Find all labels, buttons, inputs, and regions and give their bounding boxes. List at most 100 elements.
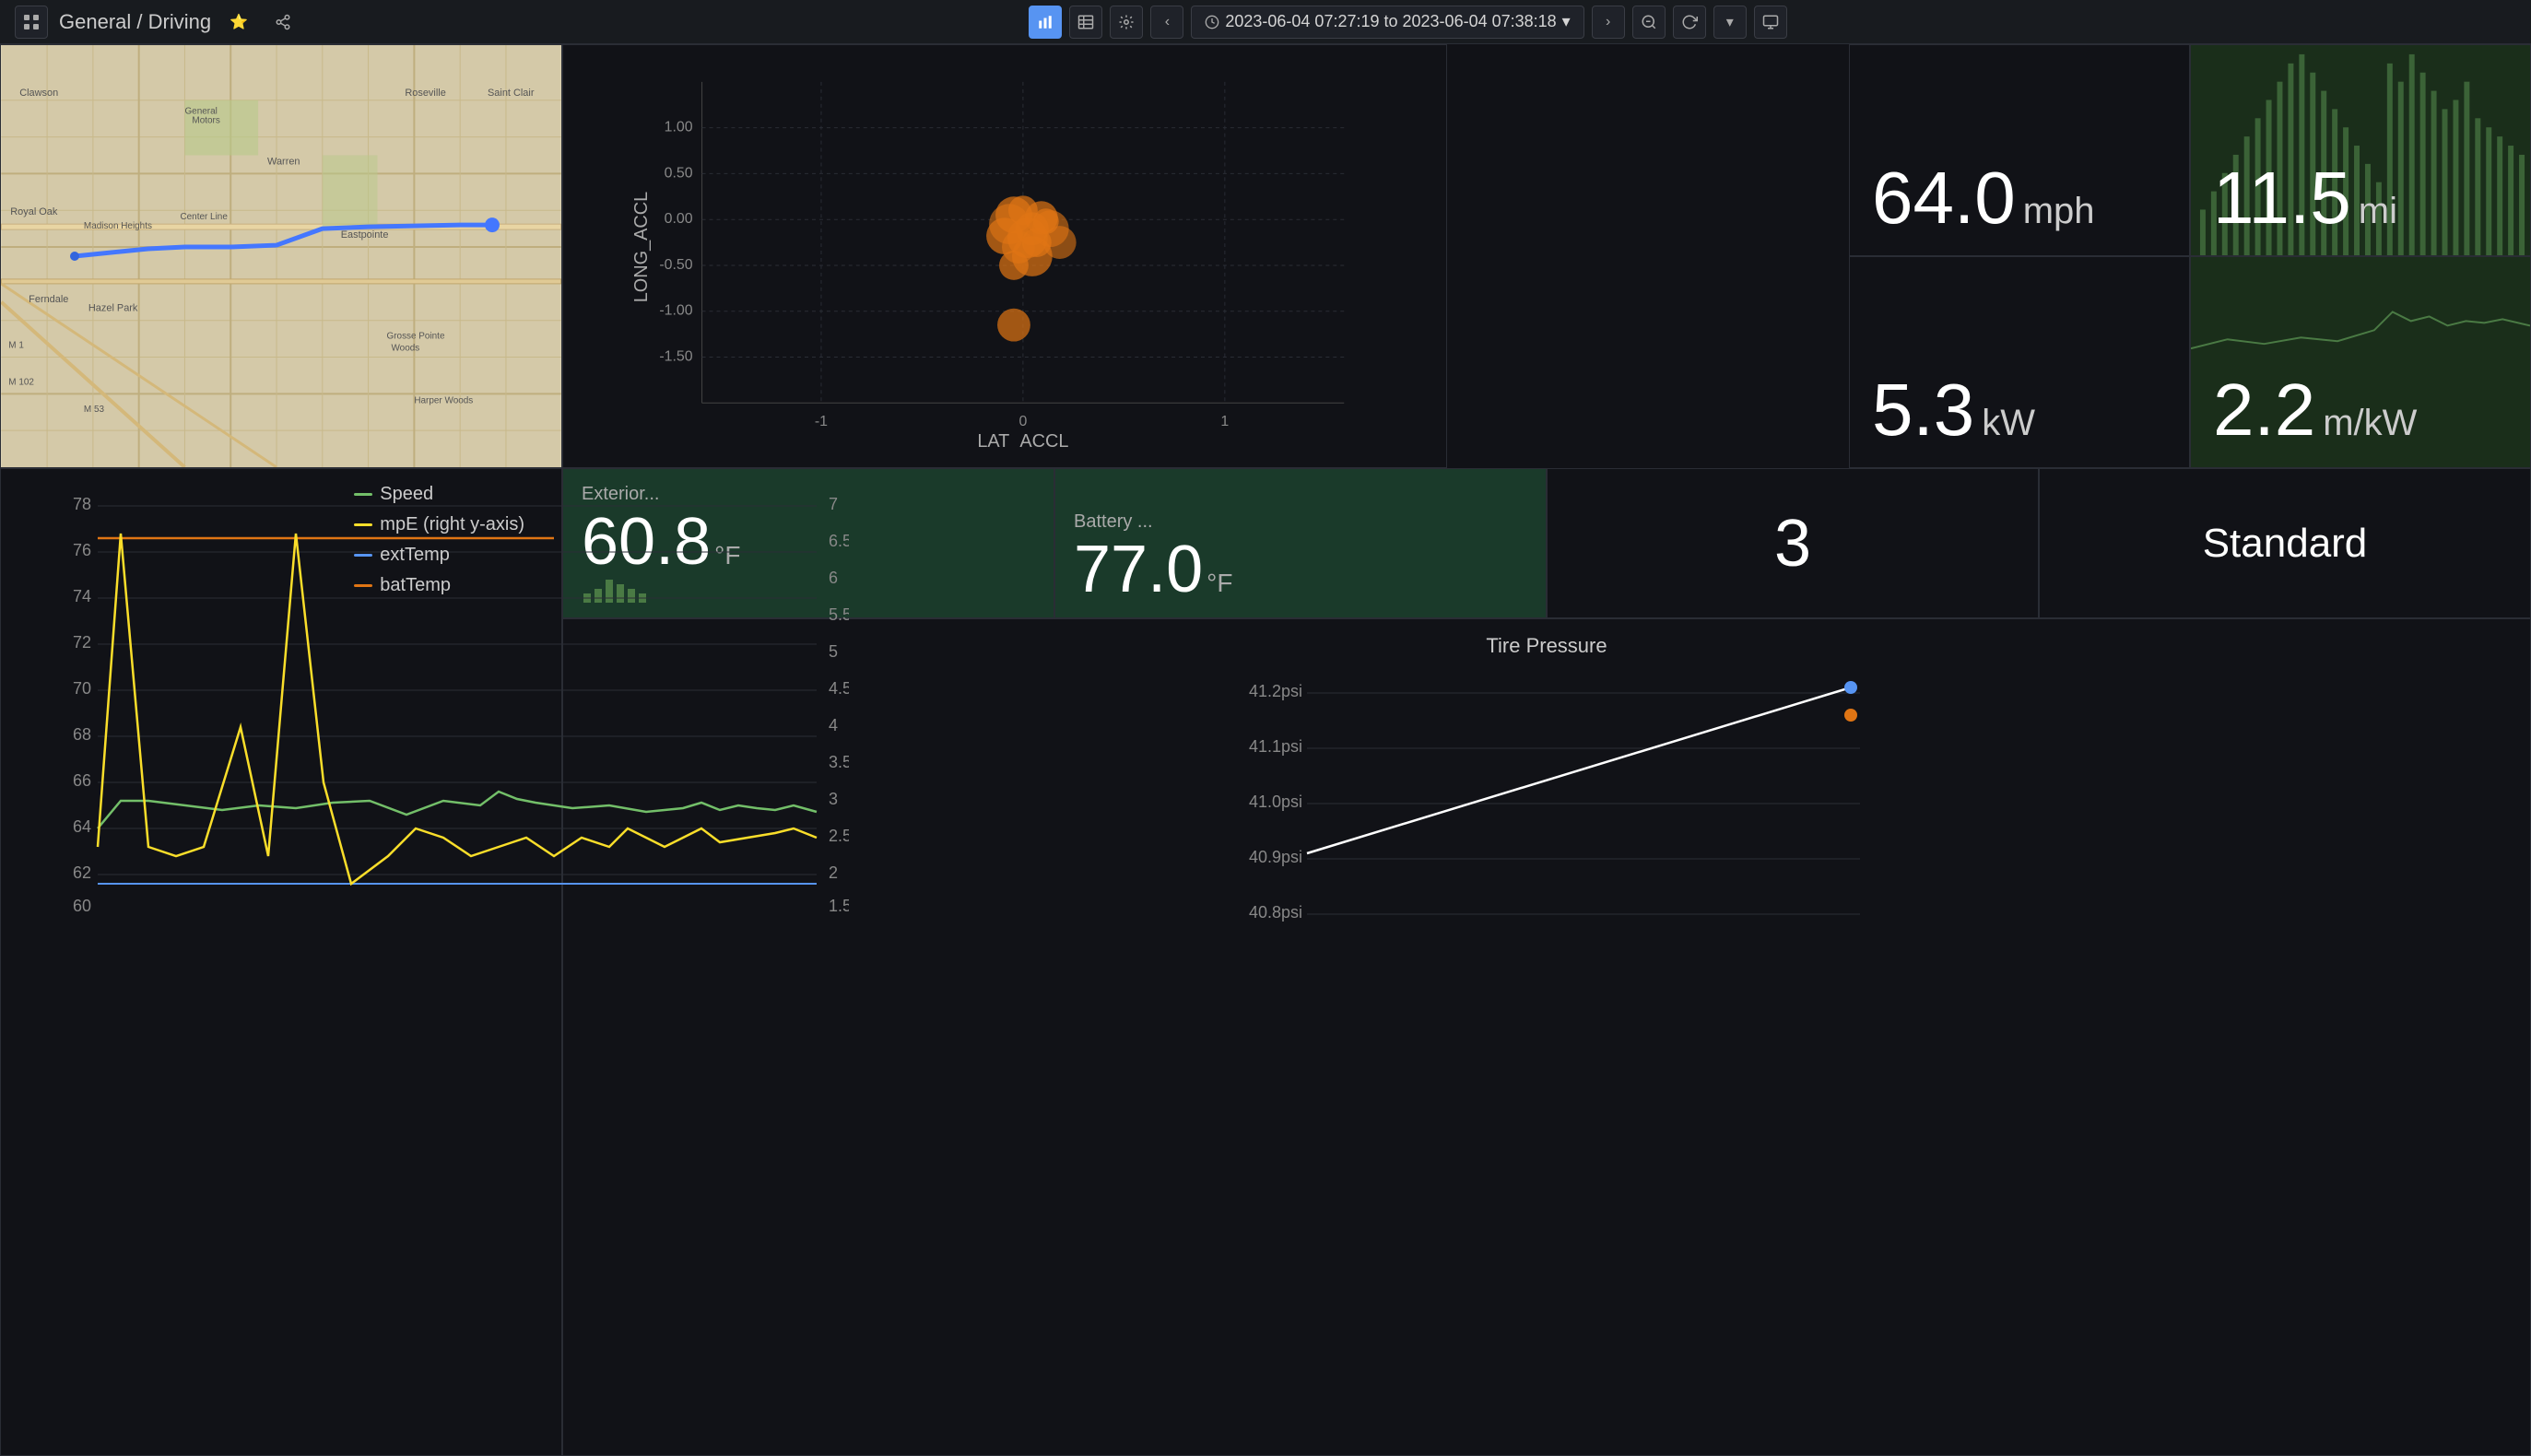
header: General / Driving ⭐: [0, 0, 2531, 44]
settings-icon[interactable]: [1110, 6, 1143, 39]
svg-text:Hazel Park: Hazel Park: [88, 303, 138, 314]
distance-value: 11.5: [2213, 156, 2351, 241]
header-center: ‹ 2023-06-04 07:27:19 to 2023-06-04 07:3…: [1029, 6, 1786, 39]
svg-text:M 102: M 102: [8, 377, 34, 387]
svg-text:LONG_ACCL: LONG_ACCL: [631, 192, 652, 303]
efficiency-metric: 2.2 m/kW: [2190, 256, 2531, 468]
svg-text:6.5: 6.5: [829, 532, 849, 550]
bottom-right-stats: Exterior... 60.8 °F Battery ... 77.0 °F: [562, 468, 2531, 1456]
efficiency-value: 2.2: [2213, 368, 2315, 452]
tire-pressure-title: Tire Pressure: [585, 634, 2508, 658]
chart-legend: Speed mpE (right y-axis) extTemp batTemp: [354, 484, 524, 596]
grid-icon[interactable]: [15, 6, 48, 39]
svg-text:41.2psi: 41.2psi: [1249, 682, 1302, 700]
time-range-label: 2023-06-04 07:27:19 to 2023-06-04 07:38:…: [1225, 12, 1556, 31]
svg-text:78: 78: [73, 495, 91, 513]
svg-text:76: 76: [73, 541, 91, 559]
svg-text:-0.50: -0.50: [659, 257, 692, 273]
svg-text:Motors: Motors: [192, 116, 219, 126]
legend-mpe: mpE (right y-axis): [354, 514, 524, 535]
svg-text:60: 60: [73, 897, 91, 915]
legend-speed: Speed: [354, 484, 524, 505]
svg-text:1.5: 1.5: [829, 897, 849, 915]
battery-temp-cell: Battery ... 77.0 °F: [1054, 468, 1547, 618]
time-range-button[interactable]: 2023-06-04 07:27:19 to 2023-06-04 07:38:…: [1191, 6, 1583, 39]
metrics-grid: 64.0 mph: [1849, 44, 2531, 468]
breadcrumb: General / Driving: [59, 10, 211, 34]
legend-speed-color: [354, 493, 372, 496]
svg-text:Grosse Pointe: Grosse Pointe: [386, 332, 444, 342]
svg-text:Royal Oak: Royal Oak: [10, 206, 58, 217]
scatter-svg: 1.00 0.50 0.00 -0.50 -1.00 -1.50 -1 0 1 …: [627, 64, 1383, 449]
legend-exttemp: extTemp: [354, 545, 524, 566]
scatter-panel: 1.00 0.50 0.00 -0.50 -1.00 -1.50 -1 0 1 …: [562, 44, 1447, 468]
svg-text:2: 2: [829, 863, 838, 882]
legend-exttemp-color: [354, 554, 372, 557]
chevron-left-icon[interactable]: ‹: [1150, 6, 1183, 39]
chevron-down-icon[interactable]: ▾: [1713, 6, 1747, 39]
legend-battemp: batTemp: [354, 575, 524, 596]
svg-text:Ferndale: Ferndale: [29, 294, 68, 305]
battery-temp-title: Battery ...: [1074, 511, 1527, 533]
svg-text:64: 64: [73, 817, 91, 836]
svg-text:70: 70: [73, 679, 91, 698]
svg-text:Harper Woods: Harper Woods: [414, 395, 473, 405]
svg-text:0.00: 0.00: [665, 211, 693, 227]
bar-chart-icon[interactable]: [1029, 6, 1062, 39]
tire-pressure-panel: Tire Pressure 41.2psi 41.1psi 41.0psi 40…: [562, 618, 2531, 1456]
svg-text:Clawson: Clawson: [19, 88, 58, 99]
mode-value: Standard: [2203, 521, 2368, 567]
svg-text:-1.50: -1.50: [659, 348, 692, 364]
svg-text:5.5: 5.5: [829, 605, 849, 624]
svg-text:72: 72: [73, 633, 91, 652]
svg-text:1: 1: [1220, 414, 1229, 429]
table-icon[interactable]: [1069, 6, 1102, 39]
svg-text:68: 68: [73, 725, 91, 744]
svg-text:Woods: Woods: [391, 344, 419, 354]
svg-text:3: 3: [829, 790, 838, 808]
distance-unit: mi: [2359, 191, 2397, 232]
svg-text:3.5: 3.5: [829, 753, 849, 771]
speed-value: 64.0: [1872, 156, 2016, 241]
speed-metric: 64.0 mph: [1849, 44, 2190, 256]
mode-cell: Standard: [2039, 468, 2531, 618]
power-unit: kW: [1982, 403, 2035, 444]
svg-text:M 53: M 53: [84, 405, 105, 415]
zoom-out-icon[interactable]: [1632, 6, 1666, 39]
main-layout: Clawson General Motors Roseville Saint C…: [0, 44, 2531, 1456]
star-icon[interactable]: ⭐: [222, 6, 255, 39]
svg-text:-1.00: -1.00: [659, 303, 692, 319]
battery-temp-unit: °F: [1207, 569, 1232, 598]
svg-text:Center Line: Center Line: [180, 212, 228, 222]
efficiency-unit: m/kW: [2323, 403, 2417, 444]
svg-text:66: 66: [73, 771, 91, 790]
speed-unit: mph: [2023, 191, 2095, 232]
svg-text:4: 4: [829, 716, 838, 734]
refresh-icon[interactable]: [1673, 6, 1706, 39]
chevron-right-icon[interactable]: ›: [1592, 6, 1625, 39]
monitor-icon[interactable]: [1754, 6, 1787, 39]
battery-temp-value: 77.0: [1074, 536, 1203, 603]
legend-battemp-color: [354, 584, 372, 587]
svg-text:Madison Heights: Madison Heights: [84, 221, 152, 231]
timeseries-panel: Speed mpE (right y-axis) extTemp batTemp…: [0, 468, 562, 1456]
header-left: General / Driving ⭐: [15, 6, 300, 39]
chevron-down-icon: ▾: [1562, 12, 1571, 31]
svg-text:40.9psi: 40.9psi: [1249, 848, 1302, 866]
tire-pressure-svg: 41.2psi 41.1psi 41.0psi 40.9psi 40.8psi: [585, 669, 2508, 945]
svg-text:0.50: 0.50: [665, 165, 693, 181]
gear-cell: 3: [1547, 468, 2039, 618]
svg-text:40.8psi: 40.8psi: [1249, 903, 1302, 922]
svg-text:1.00: 1.00: [665, 120, 693, 135]
gear-value: 3: [1774, 506, 1811, 581]
svg-text:41.0psi: 41.0psi: [1249, 793, 1302, 811]
svg-text:Saint Clair: Saint Clair: [488, 88, 535, 99]
svg-text:Eastpointe: Eastpointe: [341, 229, 389, 241]
svg-text:0: 0: [1018, 414, 1027, 429]
svg-text:6: 6: [829, 569, 838, 587]
svg-text:5: 5: [829, 642, 838, 661]
share-icon[interactable]: [266, 6, 300, 39]
svg-text:62: 62: [73, 863, 91, 882]
map-container: Clawson General Motors Roseville Saint C…: [1, 45, 561, 467]
svg-text:Warren: Warren: [267, 156, 300, 167]
